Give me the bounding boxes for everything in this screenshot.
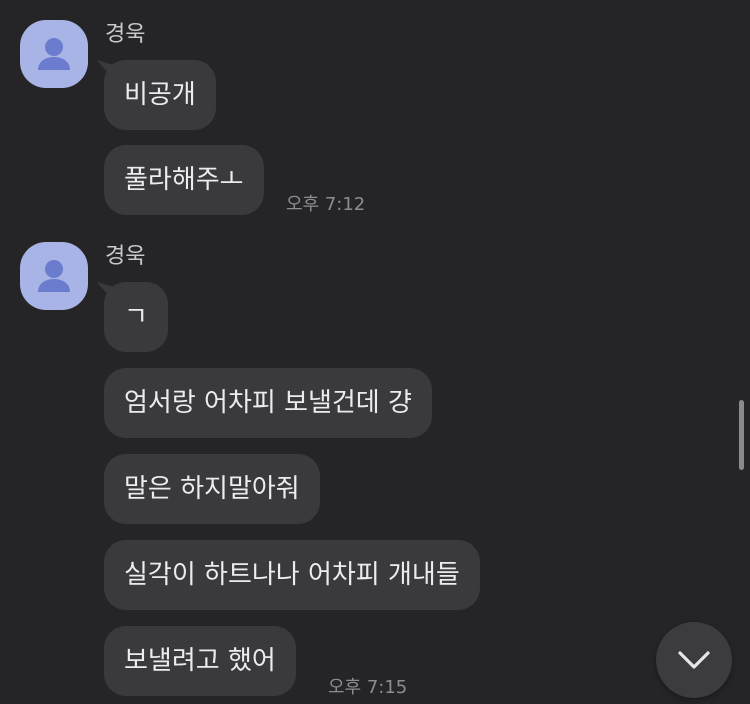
- chat-view: 경욱 비공개 풀라해주ㅗ 오후 7:12 경욱 ㄱ 엄서랑 어차피 보낼건데 걍: [0, 0, 750, 704]
- scroll-down-button[interactable]: [656, 622, 732, 698]
- sender-name: 경욱: [105, 244, 146, 269]
- message-text: 풀라해주ㅗ: [124, 165, 244, 195]
- message-bubble[interactable]: 말은 하지말아줘: [104, 454, 320, 524]
- sender-name: 경욱: [105, 22, 146, 47]
- message-bubble[interactable]: 비공개: [104, 60, 216, 130]
- message-timestamp: 오후 7:12: [286, 194, 366, 215]
- message-text: 실각이 하트나나 어차피 개내들: [124, 560, 460, 590]
- message-bubble[interactable]: 실각이 하트나나 어차피 개내들: [104, 540, 480, 610]
- avatar[interactable]: [20, 242, 88, 310]
- message-bubble[interactable]: ㄱ: [104, 282, 168, 352]
- message-bubble[interactable]: 풀라해주ㅗ: [104, 145, 264, 215]
- message-bubble[interactable]: 보낼려고 했어: [104, 626, 296, 696]
- message-bubble[interactable]: 엄서랑 어차피 보낼건데 걍: [104, 368, 432, 438]
- message-group: 경욱 ㄱ 엄서랑 어차피 보낼건데 걍 말은 하지말아줘 실각이 하트나나 어차…: [0, 242, 750, 704]
- message-group: 경욱 비공개 풀라해주ㅗ 오후 7:12: [0, 20, 750, 220]
- message-text: 비공개: [124, 80, 196, 110]
- scrollbar[interactable]: [739, 400, 744, 470]
- person-icon: [38, 260, 70, 292]
- chevron-down-icon: [678, 651, 710, 669]
- message-text: ㄱ: [124, 302, 148, 332]
- message-text: 보낼려고 했어: [124, 646, 276, 676]
- avatar[interactable]: [20, 20, 88, 88]
- message-text: 엄서랑 어차피 보낼건데 걍: [124, 388, 412, 418]
- person-icon: [38, 38, 70, 70]
- message-timestamp: 오후 7:15: [328, 677, 408, 698]
- message-text: 말은 하지말아줘: [124, 474, 300, 504]
